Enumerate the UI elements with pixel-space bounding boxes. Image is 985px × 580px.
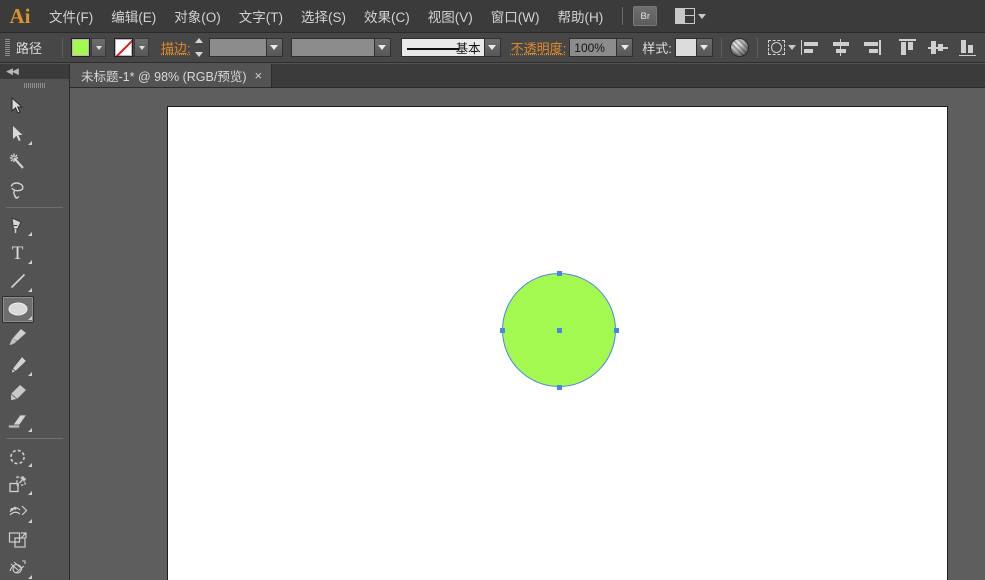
scale-tool[interactable] (0, 470, 35, 498)
arrange-documents-button[interactable]: 排列文档 (675, 8, 707, 24)
menu-bar: Ai 文件(F) 编辑(E) 对象(O) 文字(T) 选择(S) 效果(C) 视… (0, 0, 985, 33)
menu-effect[interactable]: 效果(C) (355, 0, 419, 33)
align-horizontal-center-button[interactable] (831, 39, 851, 56)
free-transform-tool[interactable] (0, 526, 35, 554)
tools-divider (6, 438, 63, 439)
magic-wand-tool[interactable] (0, 148, 35, 176)
chevron-down-icon (787, 45, 796, 50)
stroke-profile-field[interactable] (290, 38, 375, 57)
app-logo: Ai (9, 3, 31, 28)
fill-swatch[interactable] (71, 38, 91, 57)
chevron-down-icon (698, 13, 707, 19)
stroke-weight-dropdown[interactable] (266, 38, 283, 57)
paintbrush-tool[interactable] (0, 323, 35, 351)
document-tab-title: 未标题-1* @ 98% (RGB/预览) (81, 70, 247, 84)
eraser-tool[interactable] (0, 407, 35, 435)
brush-definition-dropdown[interactable] (484, 38, 501, 57)
opacity-sphere-icon[interactable] (729, 38, 749, 57)
selection-tool[interactable] (0, 92, 35, 120)
selection-type-label: 路径 (16, 41, 43, 56)
stroke-label[interactable]: 描边: (161, 38, 191, 57)
artboard[interactable] (167, 106, 948, 580)
fill-swatch-group[interactable] (71, 38, 107, 57)
illustrator-window: Ai 文件(F) 编辑(E) 对象(O) 文字(T) 选择(S) 效果(C) 视… (0, 0, 985, 580)
stroke-weight-stepper[interactable] (194, 38, 207, 57)
anchor-point-bottom[interactable] (556, 384, 562, 390)
tools-panel: ◀◀ T (0, 64, 70, 580)
canvas-area[interactable] (70, 88, 985, 580)
divider (756, 37, 758, 58)
align-vertical-center-button[interactable] (927, 39, 948, 56)
style-label: 样式: (642, 41, 672, 56)
menu-edit[interactable]: 编辑(E) (102, 0, 165, 33)
stroke-swatch-none[interactable] (114, 38, 134, 57)
anchor-point-left[interactable] (499, 327, 505, 333)
type-tool[interactable]: T (0, 239, 35, 267)
stroke-swatch-group[interactable] (114, 38, 150, 57)
graphic-style-swatch[interactable] (674, 38, 697, 57)
arrange-documents-icon (675, 8, 696, 24)
align-bottom-button[interactable] (958, 39, 978, 56)
align-right-button[interactable] (861, 39, 881, 56)
menu-view[interactable]: 视图(V) (419, 0, 482, 33)
fill-dropdown[interactable] (91, 38, 107, 57)
direct-selection-tool[interactable] (0, 120, 35, 148)
opacity-field[interactable]: 100% (569, 38, 618, 57)
menu-file[interactable]: 文件(F) (40, 0, 102, 33)
bridge-icon[interactable]: Br (633, 6, 658, 26)
divider (62, 37, 64, 58)
graphic-style-dropdown[interactable] (696, 38, 713, 57)
control-bar: 路径 描边: 基本 不透明度: 100% 样式: (0, 33, 985, 63)
opacity-label[interactable]: 不透明度: (511, 38, 567, 57)
rotate-tool[interactable] (0, 442, 35, 470)
control-bar-grip[interactable] (5, 38, 10, 57)
align-to-selection-icon (767, 40, 785, 55)
tools-divider (6, 207, 63, 208)
blob-brush-tool[interactable] (0, 379, 35, 407)
close-icon[interactable]: × (255, 69, 263, 82)
align-top-button[interactable] (898, 39, 918, 56)
anchor-point-top[interactable] (556, 270, 562, 276)
pencil-tool[interactable] (0, 351, 35, 379)
menubar-divider (622, 7, 624, 25)
line-segment-tool[interactable] (0, 267, 35, 295)
tools-panel-grip[interactable] (0, 79, 69, 92)
brush-definition-field[interactable]: 基本 (400, 38, 485, 57)
anchor-point-center (556, 327, 562, 333)
align-left-button[interactable] (800, 39, 821, 56)
document-tab-strip: 未标题-1* @ 98% (RGB/预览) × (70, 64, 985, 88)
tools-grid: T (0, 92, 69, 580)
align-to-button[interactable] (767, 40, 796, 55)
menu-select[interactable]: 选择(S) (292, 0, 355, 33)
stroke-profile-dropdown[interactable] (374, 38, 391, 57)
ellipse-tool[interactable] (0, 295, 35, 323)
tools-panel-collapse-icon[interactable]: ◀◀ (0, 64, 69, 79)
document-tab[interactable]: 未标题-1* @ 98% (RGB/预览) × (70, 64, 273, 87)
menu-window[interactable]: 窗口(W) (482, 0, 549, 33)
opacity-dropdown[interactable] (617, 38, 634, 57)
divider (720, 37, 722, 58)
lasso-tool[interactable] (0, 176, 35, 204)
anchor-point-right[interactable] (613, 327, 619, 333)
pen-tool[interactable] (0, 211, 35, 239)
stroke-weight-field[interactable] (208, 38, 267, 57)
menu-type[interactable]: 文字(T) (230, 0, 292, 33)
stroke-dropdown[interactable] (134, 38, 150, 57)
shape-builder-tool[interactable] (0, 554, 35, 580)
width-tool[interactable] (0, 498, 35, 526)
menu-object[interactable]: 对象(O) (165, 0, 230, 33)
menu-help[interactable]: 帮助(H) (548, 0, 612, 33)
